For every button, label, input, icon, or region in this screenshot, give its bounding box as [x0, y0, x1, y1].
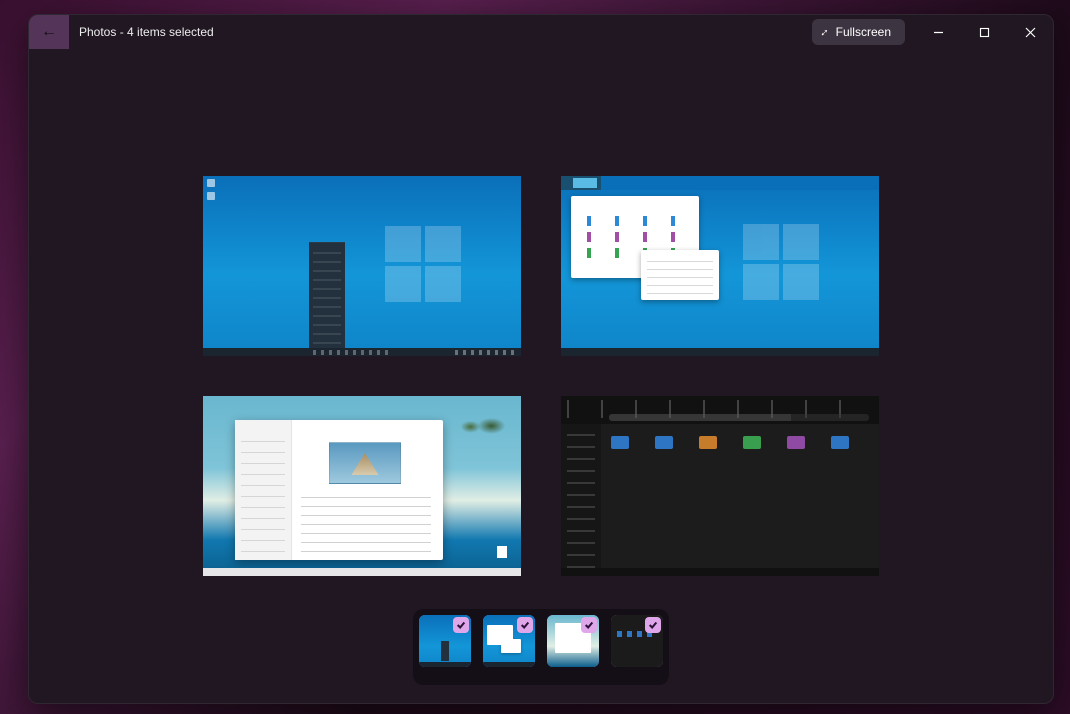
- title-bar: ← Photos - 4 items selected ↕ Fullscreen: [29, 15, 1053, 49]
- app-window: ← Photos - 4 items selected ↕ Fullscreen: [28, 14, 1054, 704]
- photo-item[interactable]: [203, 396, 521, 576]
- photo-item[interactable]: [203, 176, 521, 356]
- thumbnail-item[interactable]: [611, 615, 663, 667]
- back-arrow-icon: ←: [41, 24, 57, 40]
- selection-check-icon[interactable]: [453, 617, 469, 633]
- maximize-icon: [979, 27, 990, 38]
- close-button[interactable]: [1007, 15, 1053, 49]
- thumbnail-item[interactable]: [483, 615, 535, 667]
- thumbnail-item[interactable]: [419, 615, 471, 667]
- close-icon: [1025, 27, 1036, 38]
- window-controls: [915, 15, 1053, 49]
- selection-check-icon[interactable]: [517, 617, 533, 633]
- back-button[interactable]: ←: [29, 15, 69, 49]
- fullscreen-button[interactable]: ↕ Fullscreen: [812, 19, 905, 45]
- minimize-icon: [933, 27, 944, 38]
- maximize-button[interactable]: [961, 15, 1007, 49]
- window-title: Photos - 4 items selected: [79, 25, 214, 39]
- selection-check-icon[interactable]: [581, 617, 597, 633]
- content-area: [29, 49, 1053, 703]
- fullscreen-icon: ↕: [818, 25, 832, 39]
- thumbnail-item[interactable]: [547, 615, 599, 667]
- thumbnail-filmstrip: [413, 609, 669, 685]
- photo-grid: [203, 176, 879, 576]
- photo-item[interactable]: [561, 396, 879, 576]
- fullscreen-label: Fullscreen: [836, 25, 891, 39]
- selection-check-icon[interactable]: [645, 617, 661, 633]
- minimize-button[interactable]: [915, 15, 961, 49]
- photo-item[interactable]: [561, 176, 879, 356]
